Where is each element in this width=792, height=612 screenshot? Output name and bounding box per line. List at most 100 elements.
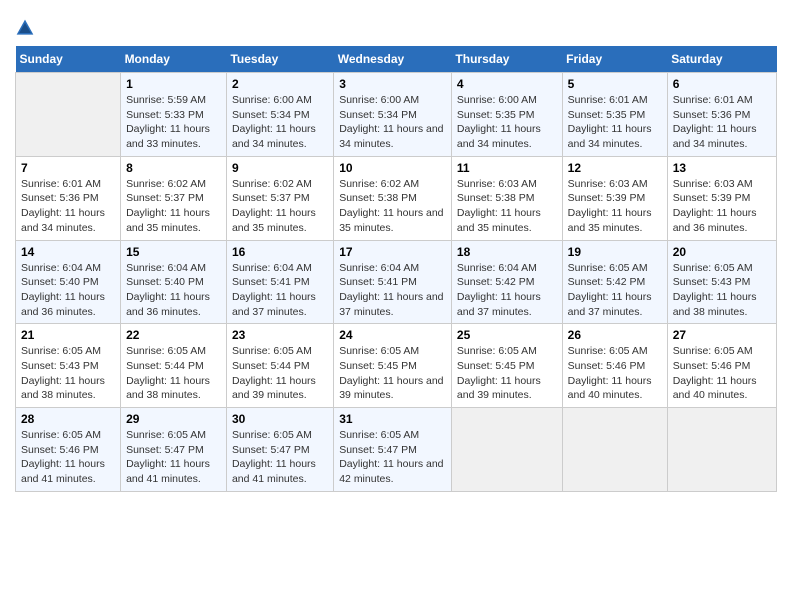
- day-number: 6: [673, 77, 771, 91]
- day-daylight: Daylight: 11 hours and 41 minutes.: [21, 458, 105, 485]
- day-daylight: Daylight: 11 hours and 40 minutes.: [673, 375, 757, 402]
- day-number: 12: [568, 161, 662, 175]
- day-sunrise: Sunrise: 6:05 AM: [21, 429, 101, 441]
- day-sunset: Sunset: 5:41 PM: [232, 276, 310, 288]
- days-header-row: SundayMondayTuesdayWednesdayThursdayFrid…: [16, 46, 777, 73]
- day-number: 29: [126, 412, 221, 426]
- day-number: 22: [126, 328, 221, 342]
- day-number: 26: [568, 328, 662, 342]
- day-daylight: Daylight: 11 hours and 35 minutes.: [568, 207, 652, 234]
- day-number: 3: [339, 77, 446, 91]
- header: [15, 10, 777, 38]
- day-daylight: Daylight: 11 hours and 34 minutes.: [339, 123, 443, 150]
- day-daylight: Daylight: 11 hours and 38 minutes.: [21, 375, 105, 402]
- day-sunset: Sunset: 5:46 PM: [673, 360, 751, 372]
- day-sunset: Sunset: 5:37 PM: [126, 192, 204, 204]
- day-number: 4: [457, 77, 557, 91]
- day-number: 13: [673, 161, 771, 175]
- day-sunrise: Sunrise: 6:03 AM: [457, 178, 537, 190]
- week-row-2: 7 Sunrise: 6:01 AM Sunset: 5:36 PM Dayli…: [16, 156, 777, 240]
- day-header-tuesday: Tuesday: [226, 46, 333, 73]
- day-sunset: Sunset: 5:41 PM: [339, 276, 417, 288]
- calendar-cell: 8 Sunrise: 6:02 AM Sunset: 5:37 PM Dayli…: [121, 156, 227, 240]
- day-daylight: Daylight: 11 hours and 41 minutes.: [126, 458, 210, 485]
- day-daylight: Daylight: 11 hours and 39 minutes.: [457, 375, 541, 402]
- logo: [15, 18, 39, 38]
- day-daylight: Daylight: 11 hours and 34 minutes.: [568, 123, 652, 150]
- day-sunrise: Sunrise: 6:05 AM: [568, 345, 648, 357]
- day-number: 14: [21, 245, 115, 259]
- day-header-friday: Friday: [562, 46, 667, 73]
- day-header-monday: Monday: [121, 46, 227, 73]
- calendar-cell: 11 Sunrise: 6:03 AM Sunset: 5:38 PM Dayl…: [451, 156, 562, 240]
- day-sunrise: Sunrise: 6:05 AM: [568, 262, 648, 274]
- calendar-cell: [451, 408, 562, 492]
- day-number: 27: [673, 328, 771, 342]
- day-number: 8: [126, 161, 221, 175]
- day-sunrise: Sunrise: 5:59 AM: [126, 94, 206, 106]
- day-number: 11: [457, 161, 557, 175]
- day-daylight: Daylight: 11 hours and 35 minutes.: [457, 207, 541, 234]
- day-header-wednesday: Wednesday: [334, 46, 452, 73]
- calendar-cell: 28 Sunrise: 6:05 AM Sunset: 5:46 PM Dayl…: [16, 408, 121, 492]
- day-sunset: Sunset: 5:45 PM: [339, 360, 417, 372]
- day-daylight: Daylight: 11 hours and 38 minutes.: [673, 291, 757, 318]
- calendar-cell: 24 Sunrise: 6:05 AM Sunset: 5:45 PM Dayl…: [334, 324, 452, 408]
- day-daylight: Daylight: 11 hours and 35 minutes.: [339, 207, 443, 234]
- calendar-cell: 3 Sunrise: 6:00 AM Sunset: 5:34 PM Dayli…: [334, 73, 452, 157]
- calendar-cell: 29 Sunrise: 6:05 AM Sunset: 5:47 PM Dayl…: [121, 408, 227, 492]
- day-sunrise: Sunrise: 6:05 AM: [126, 429, 206, 441]
- day-sunset: Sunset: 5:45 PM: [457, 360, 535, 372]
- week-row-3: 14 Sunrise: 6:04 AM Sunset: 5:40 PM Dayl…: [16, 240, 777, 324]
- calendar-cell: 15 Sunrise: 6:04 AM Sunset: 5:40 PM Dayl…: [121, 240, 227, 324]
- day-daylight: Daylight: 11 hours and 36 minutes.: [126, 291, 210, 318]
- day-sunset: Sunset: 5:46 PM: [568, 360, 646, 372]
- day-number: 28: [21, 412, 115, 426]
- day-sunrise: Sunrise: 6:02 AM: [339, 178, 419, 190]
- calendar-cell: 31 Sunrise: 6:05 AM Sunset: 5:47 PM Dayl…: [334, 408, 452, 492]
- day-number: 2: [232, 77, 328, 91]
- day-number: 1: [126, 77, 221, 91]
- day-sunrise: Sunrise: 6:00 AM: [457, 94, 537, 106]
- day-sunset: Sunset: 5:37 PM: [232, 192, 310, 204]
- day-sunrise: Sunrise: 6:02 AM: [232, 178, 312, 190]
- day-sunrise: Sunrise: 6:05 AM: [21, 345, 101, 357]
- day-sunset: Sunset: 5:47 PM: [126, 444, 204, 456]
- calendar-cell: 12 Sunrise: 6:03 AM Sunset: 5:39 PM Dayl…: [562, 156, 667, 240]
- day-number: 31: [339, 412, 446, 426]
- calendar-cell: 18 Sunrise: 6:04 AM Sunset: 5:42 PM Dayl…: [451, 240, 562, 324]
- day-header-thursday: Thursday: [451, 46, 562, 73]
- day-sunrise: Sunrise: 6:05 AM: [339, 345, 419, 357]
- day-number: 5: [568, 77, 662, 91]
- calendar-cell: 5 Sunrise: 6:01 AM Sunset: 5:35 PM Dayli…: [562, 73, 667, 157]
- day-number: 9: [232, 161, 328, 175]
- calendar-cell: 13 Sunrise: 6:03 AM Sunset: 5:39 PM Dayl…: [667, 156, 776, 240]
- day-daylight: Daylight: 11 hours and 40 minutes.: [568, 375, 652, 402]
- calendar-cell: 1 Sunrise: 5:59 AM Sunset: 5:33 PM Dayli…: [121, 73, 227, 157]
- day-sunset: Sunset: 5:39 PM: [673, 192, 751, 204]
- calendar-cell: 4 Sunrise: 6:00 AM Sunset: 5:35 PM Dayli…: [451, 73, 562, 157]
- calendar-cell: 30 Sunrise: 6:05 AM Sunset: 5:47 PM Dayl…: [226, 408, 333, 492]
- day-sunrise: Sunrise: 6:04 AM: [126, 262, 206, 274]
- day-sunset: Sunset: 5:39 PM: [568, 192, 646, 204]
- calendar-cell: 17 Sunrise: 6:04 AM Sunset: 5:41 PM Dayl…: [334, 240, 452, 324]
- day-sunset: Sunset: 5:47 PM: [232, 444, 310, 456]
- day-daylight: Daylight: 11 hours and 36 minutes.: [21, 291, 105, 318]
- calendar-cell: 20 Sunrise: 6:05 AM Sunset: 5:43 PM Dayl…: [667, 240, 776, 324]
- day-sunset: Sunset: 5:35 PM: [457, 109, 535, 121]
- day-sunrise: Sunrise: 6:03 AM: [673, 178, 753, 190]
- day-daylight: Daylight: 11 hours and 41 minutes.: [232, 458, 316, 485]
- day-sunrise: Sunrise: 6:04 AM: [457, 262, 537, 274]
- day-sunset: Sunset: 5:33 PM: [126, 109, 204, 121]
- week-row-4: 21 Sunrise: 6:05 AM Sunset: 5:43 PM Dayl…: [16, 324, 777, 408]
- day-number: 30: [232, 412, 328, 426]
- day-sunset: Sunset: 5:43 PM: [673, 276, 751, 288]
- day-sunset: Sunset: 5:40 PM: [126, 276, 204, 288]
- calendar-cell: [16, 73, 121, 157]
- day-sunrise: Sunrise: 6:05 AM: [232, 429, 312, 441]
- calendar-cell: 10 Sunrise: 6:02 AM Sunset: 5:38 PM Dayl…: [334, 156, 452, 240]
- day-sunset: Sunset: 5:44 PM: [232, 360, 310, 372]
- day-daylight: Daylight: 11 hours and 35 minutes.: [232, 207, 316, 234]
- logo-icon: [15, 18, 35, 38]
- day-sunset: Sunset: 5:38 PM: [457, 192, 535, 204]
